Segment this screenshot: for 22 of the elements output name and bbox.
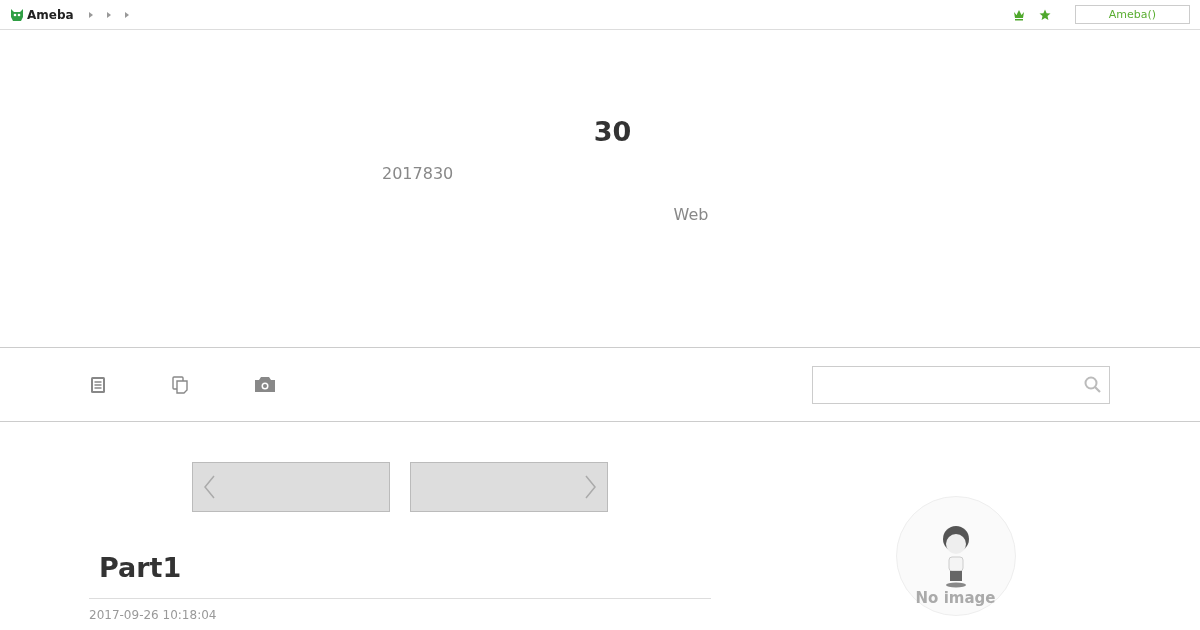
- search-icon[interactable]: [1084, 376, 1101, 393]
- entry-date: 2017-09-26 10:18:04: [89, 608, 217, 622]
- blog-description: Web: [673, 205, 709, 224]
- crown-icon[interactable]: [1013, 8, 1025, 21]
- caret-icon[interactable]: [105, 10, 112, 19]
- copy-icon[interactable]: [172, 375, 188, 394]
- previous-button[interactable]: [192, 462, 390, 512]
- logo-text[interactable]: Ameba: [27, 7, 74, 22]
- next-button[interactable]: [410, 462, 608, 512]
- blog-title: 30: [592, 115, 633, 149]
- document-icon[interactable]: [90, 375, 106, 394]
- chevron-left-icon: [203, 475, 215, 499]
- logo-icon[interactable]: [10, 6, 24, 23]
- search-field[interactable]: [812, 365, 1110, 404]
- blog-subtitle: 2017830: [382, 164, 454, 183]
- avatar-caption: No image: [915, 589, 996, 607]
- camera-icon[interactable]: [254, 376, 276, 393]
- star-icon[interactable]: [1039, 8, 1051, 21]
- caret-icon[interactable]: [87, 10, 94, 19]
- caret-icon[interactable]: [123, 10, 130, 19]
- chevron-right-icon: [585, 475, 597, 499]
- entry-title: Part1: [99, 552, 182, 583]
